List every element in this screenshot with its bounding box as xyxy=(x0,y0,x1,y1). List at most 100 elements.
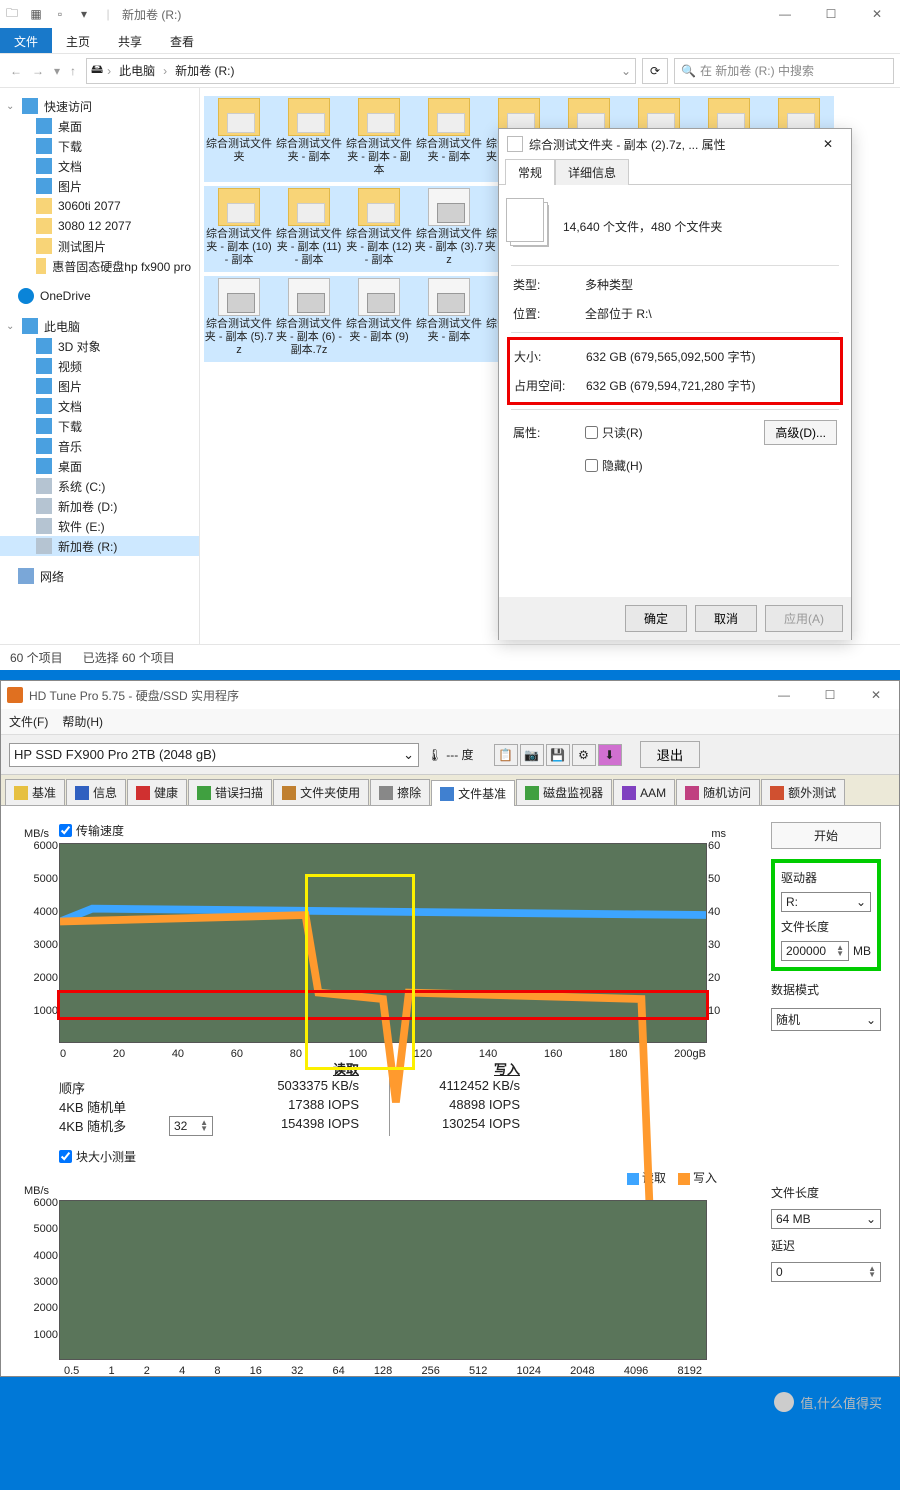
sidebar-item[interactable]: 3D 对象 xyxy=(0,336,199,356)
ok-button[interactable]: 确定 xyxy=(625,605,687,632)
explorer-titlebar: 🗀 ▦ ▫ ▾ | 新加卷 (R:) — ☐ ✕ xyxy=(0,0,900,28)
drive-select[interactable]: HP SSD FX900 Pro 2TB (2048 gB)⌄ xyxy=(9,743,419,767)
apply-button[interactable]: 应用(A) xyxy=(765,605,843,632)
file-item[interactable]: 综合测试文件夹 - 副本 (9) xyxy=(344,276,414,362)
file-icon xyxy=(507,136,523,152)
tab-info[interactable]: 信息 xyxy=(66,779,126,805)
file-item[interactable]: 综合测试文件夹 - 副本 xyxy=(274,96,344,182)
props-tab-details[interactable]: 详细信息 xyxy=(555,159,629,185)
props-tab-general[interactable]: 常规 xyxy=(505,159,555,185)
size-highlight: 大小:632 GB (679,565,092,500 字节) 占用空间:632 … xyxy=(507,337,843,405)
hidden-checkbox[interactable] xyxy=(585,459,598,472)
tab-extra[interactable]: 额外测试 xyxy=(761,779,845,805)
sidebar-item[interactable]: 软件 (E:) xyxy=(0,516,199,536)
menu-file[interactable]: 文件(F) xyxy=(9,713,48,730)
copy-icon[interactable]: 📋 xyxy=(494,744,518,766)
file-item[interactable]: 综合测试文件夹 - 副本 (5).7z xyxy=(204,276,274,362)
close-button[interactable]: ✕ xyxy=(854,0,900,28)
search-box[interactable]: 🔍 在 新加卷 (R:) 中搜索 xyxy=(674,58,894,84)
sidebar-item[interactable]: 下载 xyxy=(0,136,199,156)
sidebar-item[interactable]: 桌面 xyxy=(0,116,199,136)
address-bar[interactable]: 🖴 › 此电脑 › 新加卷 (R:) ⌄ xyxy=(86,58,636,84)
file-item[interactable]: 综合测试文件夹 - 副本 (11) - 副本 xyxy=(274,186,344,272)
tab-errorscan[interactable]: 错误扫描 xyxy=(188,779,272,805)
qat-props-icon[interactable]: ▦ xyxy=(28,6,44,22)
sidebar-item[interactable]: 惠普固态硬盘hp fx900 pro xyxy=(0,256,199,276)
file-item[interactable]: 综合测试文件夹 - 副本 - 副本 xyxy=(344,96,414,182)
tab-share[interactable]: 共享 xyxy=(104,28,156,53)
transfer-checkbox[interactable] xyxy=(59,824,72,837)
nav-back[interactable]: ← xyxy=(10,64,22,78)
delay-input[interactable]: 0▲▼ xyxy=(771,1262,881,1282)
qat-overflow[interactable]: ▾ xyxy=(76,6,92,22)
tab-aam[interactable]: AAM xyxy=(613,779,675,805)
sidebar-item-current[interactable]: 新加卷 (R:) xyxy=(0,536,199,556)
nav-recent[interactable]: ▾ xyxy=(54,64,60,78)
exit-button[interactable]: 退出 xyxy=(640,741,701,768)
app-icon xyxy=(7,687,23,703)
sidebar-item[interactable]: 下载 xyxy=(0,416,199,436)
nav-fwd[interactable]: → xyxy=(32,64,44,78)
sidebar-item[interactable]: 图片 xyxy=(0,376,199,396)
tab-home[interactable]: 主页 xyxy=(52,28,104,53)
start-button[interactable]: 开始 xyxy=(771,822,881,849)
cancel-button[interactable]: 取消 xyxy=(695,605,757,632)
tool-icon[interactable]: ⬇ xyxy=(598,744,622,766)
close-button[interactable]: ✕ xyxy=(853,681,899,709)
temperature: 🌡 --- 度 xyxy=(427,746,474,763)
nav-up[interactable]: ↑ xyxy=(70,64,76,78)
sidebar-onedrive[interactable]: OneDrive xyxy=(0,286,199,306)
file-item[interactable]: 综合测试文件夹 - 副本 xyxy=(414,276,484,362)
save-icon[interactable]: 💾 xyxy=(546,744,570,766)
filelen-input[interactable]: 200000▲▼ xyxy=(781,941,849,961)
maximize-button[interactable]: ☐ xyxy=(807,681,853,709)
addr-dropdown[interactable]: ⌄ xyxy=(621,64,631,78)
screenshot-icon[interactable]: 📷 xyxy=(520,744,544,766)
tab-random[interactable]: 随机访问 xyxy=(676,779,760,805)
file-item[interactable]: 综合测试文件夹 - 副本 (12) - 副本 xyxy=(344,186,414,272)
sidebar-item[interactable]: 桌面 xyxy=(0,456,199,476)
tab-view[interactable]: 查看 xyxy=(156,28,208,53)
sidebar-this-pc[interactable]: ⌄此电脑 xyxy=(0,316,199,336)
sidebar-item[interactable]: 图片 xyxy=(0,176,199,196)
advanced-button[interactable]: 高级(D)... xyxy=(764,420,837,445)
sidebar-item[interactable]: 系统 (C:) xyxy=(0,476,199,496)
filelen2-select[interactable]: 64 MB⌄ xyxy=(771,1209,881,1229)
maximize-button[interactable]: ☐ xyxy=(808,0,854,28)
crumb-pc[interactable]: 此电脑 xyxy=(115,60,159,81)
sidebar-item[interactable]: 新加卷 (D:) xyxy=(0,496,199,516)
sidebar-item[interactable]: 3080 12 2077 xyxy=(0,216,199,236)
qat-new-icon[interactable]: ▫ xyxy=(52,6,68,22)
sidebar-item[interactable]: 文档 xyxy=(0,156,199,176)
sidebar-item[interactable]: 文档 xyxy=(0,396,199,416)
sidebar-item[interactable]: 3060ti 2077 xyxy=(0,196,199,216)
file-item[interactable]: 综合测试文件夹 - 副本 (6) - 副本.7z xyxy=(274,276,344,362)
file-item[interactable]: 综合测试文件夹 - 副本 (10) - 副本 xyxy=(204,186,274,272)
sidebar-item[interactable]: 测试图片 xyxy=(0,236,199,256)
minimize-button[interactable]: — xyxy=(761,681,807,709)
tab-benchmark[interactable]: 基准 xyxy=(5,779,65,805)
settings-icon[interactable]: ⚙ xyxy=(572,744,596,766)
sidebar-quick-access[interactable]: ⌄快速访问 xyxy=(0,96,199,116)
refresh-button[interactable]: ⟳ xyxy=(642,58,668,84)
props-close-button[interactable]: ✕ xyxy=(805,129,851,159)
minimize-button[interactable]: — xyxy=(762,0,808,28)
drive-letter-select[interactable]: R:⌄ xyxy=(781,892,871,912)
sidebar-item[interactable]: 音乐 xyxy=(0,436,199,456)
file-item[interactable]: 综合测试文件夹 xyxy=(204,96,274,182)
tab-filebenchmark[interactable]: 文件基准 xyxy=(431,780,515,806)
file-item[interactable]: 综合测试文件夹 - 副本 (3).7z xyxy=(414,186,484,272)
datamode-select[interactable]: 随机⌄ xyxy=(771,1008,881,1031)
sidebar-network[interactable]: 网络 xyxy=(0,566,199,586)
tab-file[interactable]: 文件 xyxy=(0,28,52,53)
sidebar-item[interactable]: 视频 xyxy=(0,356,199,376)
menu-help[interactable]: 帮助(H) xyxy=(62,713,103,730)
crumb-drive[interactable]: 新加卷 (R:) xyxy=(171,60,238,81)
file-item[interactable]: 综合测试文件夹 - 副本 xyxy=(414,96,484,182)
tab-health[interactable]: 健康 xyxy=(127,779,187,805)
tab-diskmonitor[interactable]: 磁盘监视器 xyxy=(516,779,612,805)
tab-erase[interactable]: 擦除 xyxy=(370,779,430,805)
readonly-checkbox[interactable] xyxy=(585,426,598,439)
hdtune-window: HD Tune Pro 5.75 - 硬盘/SSD 实用程序 — ☐ ✕ 文件(… xyxy=(0,680,900,1377)
tab-folderusage[interactable]: 文件夹使用 xyxy=(273,779,369,805)
